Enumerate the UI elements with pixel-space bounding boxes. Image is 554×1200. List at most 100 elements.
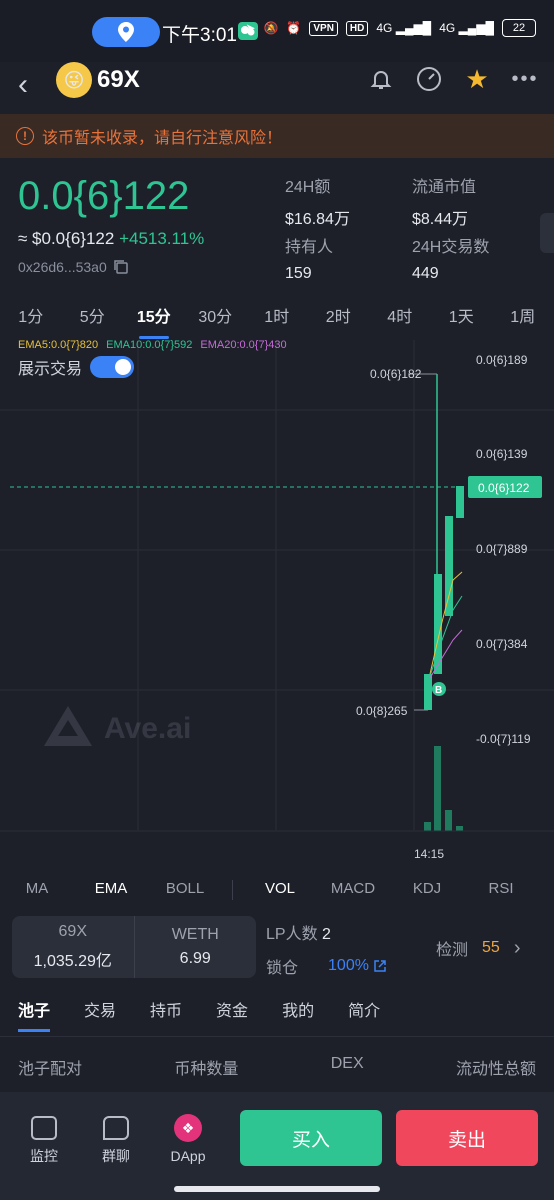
warning-icon: ! — [16, 127, 34, 145]
pool-table-header: 池子配对 币种数量 DEX 流动性总额 — [18, 1055, 536, 1078]
monitor-icon — [31, 1116, 57, 1140]
side-drawer-handle[interactable] — [540, 213, 554, 253]
tab-kdj[interactable]: KDJ — [390, 880, 464, 904]
y-label: -0.0{7}119 — [476, 732, 531, 746]
tab-macd[interactable]: MACD — [316, 880, 390, 904]
stat-market-cap: 流通市值 $8.44万 — [412, 179, 477, 228]
ave-watermark: Ave.ai — [44, 706, 191, 746]
pool-amount-b: 6.99 — [179, 950, 211, 967]
usd-price: ≈ $0.0{6}122 — [18, 229, 115, 248]
high-label: 0.0{6}182 — [370, 367, 422, 381]
tab-1h[interactable]: 1时 — [246, 303, 308, 333]
tab-5m[interactable]: 5分 — [62, 303, 124, 333]
tab-mine[interactable]: 我的 — [282, 997, 314, 1036]
token-header: ‹ 😜 69X ★ ••• — [0, 62, 554, 114]
external-link-icon — [374, 960, 386, 972]
y-label: 0.0{7}384 — [476, 637, 528, 651]
warning-text: 该币暂未收录，请自行注意风险！ — [42, 130, 283, 147]
nav-monitor[interactable]: 监控 — [14, 1116, 74, 1166]
price-change: +4513.11% — [119, 229, 205, 248]
indicator-tabs: MA EMA BOLL VOL MACD KDJ RSI — [0, 880, 554, 904]
more-icon[interactable]: ••• — [512, 66, 538, 92]
chevron-right-icon: › — [513, 936, 521, 959]
bottom-action-bar: 监控 群聊 ❖ DApp 买入 卖出 — [0, 1092, 554, 1200]
tab-vol[interactable]: VOL — [244, 880, 316, 904]
candle — [445, 516, 453, 616]
ema20-label: EMA20:0.0{7}430 — [200, 339, 287, 351]
x-label: 14:15 — [414, 847, 444, 861]
signal-2: 4G ▂▄▆█ — [439, 21, 494, 35]
tab-1m[interactable]: 1分 — [0, 303, 62, 333]
hd-badge: HD — [345, 20, 369, 36]
tab-rsi[interactable]: RSI — [464, 880, 538, 904]
price-chart[interactable]: Ave.ai B 0.0{6}189 0.0{6}139 0.0{7}889 0… — [0, 340, 554, 870]
y-label: 0.0{6}189 — [476, 353, 528, 367]
show-trades-row: 展示交易 — [18, 355, 135, 379]
svg-text:0.0{6}122: 0.0{6}122 — [478, 481, 530, 495]
gauge-icon[interactable] — [416, 66, 442, 92]
tab-1w[interactable]: 1周 — [492, 303, 554, 333]
token-avatar: 😜 — [56, 62, 92, 98]
sell-button[interactable]: 卖出 — [396, 1110, 538, 1166]
location-pin-icon — [118, 22, 134, 42]
tab-intro[interactable]: 简介 — [348, 997, 380, 1036]
contract-address-row[interactable]: 0x26d6...53a0 — [18, 259, 129, 275]
bell-icon[interactable] — [368, 66, 394, 92]
ema5-label: EMA5:0.0{7}820 — [18, 339, 99, 351]
tab-trades[interactable]: 交易 — [84, 997, 116, 1036]
tab-ema[interactable]: EMA — [74, 880, 148, 904]
status-time: 下午3:01 — [162, 25, 237, 46]
vpn-badge: VPN — [309, 20, 338, 36]
star-icon[interactable]: ★ — [464, 64, 490, 94]
tab-holders[interactable]: 持币 — [150, 997, 182, 1036]
ema10-label: EMA10:0.0{7}592 — [106, 339, 193, 351]
tab-ma[interactable]: MA — [0, 880, 74, 904]
svg-text:B: B — [435, 685, 442, 696]
usd-price-row: ≈ $0.0{6}122 +4513.11% — [18, 229, 204, 249]
indicator-divider — [232, 880, 244, 900]
tab-30m[interactable]: 30分 — [185, 303, 247, 333]
stat-24h-trades: 24H交易数 449 — [412, 239, 490, 282]
stat-24h-volume: 24H额 $16.84万 — [285, 179, 350, 228]
pool-amount-a: 1,035.29亿 — [33, 953, 112, 970]
ema-legend: EMA5:0.0{7}820 EMA10:0.0{7}592 EMA20:0.0… — [18, 339, 287, 351]
timeframe-tabs: 1分 5分 15分 30分 1时 2时 4时 1天 1周 — [0, 303, 554, 339]
low-label: 0.0{8}265 — [356, 704, 408, 718]
alarm-icon: ⏰ — [286, 21, 302, 35]
tab-4h[interactable]: 4时 — [369, 303, 431, 333]
pool-token-a: 69X — [58, 923, 87, 940]
watermark-text: Ave.ai — [104, 712, 191, 745]
navigation-arrow-icon: ➤ — [245, 21, 256, 35]
lock-link[interactable]: 100% — [328, 954, 387, 978]
contract-address: 0x26d6...53a0 — [18, 259, 107, 275]
token-title: 69X — [97, 66, 140, 93]
copy-icon[interactable] — [113, 259, 129, 275]
y-label: 0.0{7}889 — [476, 542, 528, 556]
current-price: 0.0{6}122 — [18, 174, 190, 218]
buy-button[interactable]: 买入 — [240, 1110, 382, 1166]
nav-chat[interactable]: 群聊 — [86, 1116, 146, 1166]
status-bar: 下午3:01 ➤ 🔕 ⏰ VPN HD 4G ▂▄▆█ 4G ▂▄▆█ 22 — [0, 0, 554, 62]
candle — [424, 674, 432, 710]
candle — [456, 486, 464, 518]
back-icon[interactable]: ‹ — [18, 68, 28, 102]
show-trades-label: 展示交易 — [18, 361, 83, 378]
volume-bar — [434, 746, 441, 831]
volume-bar — [456, 826, 463, 831]
tab-15m[interactable]: 15分 — [123, 303, 185, 339]
home-indicator[interactable] — [174, 1186, 380, 1192]
dapp-icon: ❖ — [174, 1114, 202, 1142]
mute-bell-icon: 🔕 — [263, 21, 279, 35]
security-check[interactable]: 检测 55 › — [436, 936, 520, 960]
show-trades-toggle[interactable] — [90, 356, 135, 378]
status-icons: ➤ 🔕 ⏰ VPN HD 4G ▂▄▆█ 4G ▂▄▆█ 22 — [245, 19, 536, 37]
tab-boll[interactable]: BOLL — [148, 880, 222, 904]
volume-bar — [445, 810, 452, 831]
nav-dapp[interactable]: ❖ DApp — [158, 1114, 218, 1164]
tab-2h[interactable]: 2时 — [308, 303, 370, 333]
tab-1d[interactable]: 1天 — [431, 303, 493, 333]
location-indicator — [92, 17, 160, 47]
tab-funds[interactable]: 资金 — [216, 997, 248, 1036]
tab-pool[interactable]: 池子 — [18, 997, 51, 1036]
section-tabs: 池子 交易 持币 资金 我的 简介 — [0, 997, 554, 1037]
